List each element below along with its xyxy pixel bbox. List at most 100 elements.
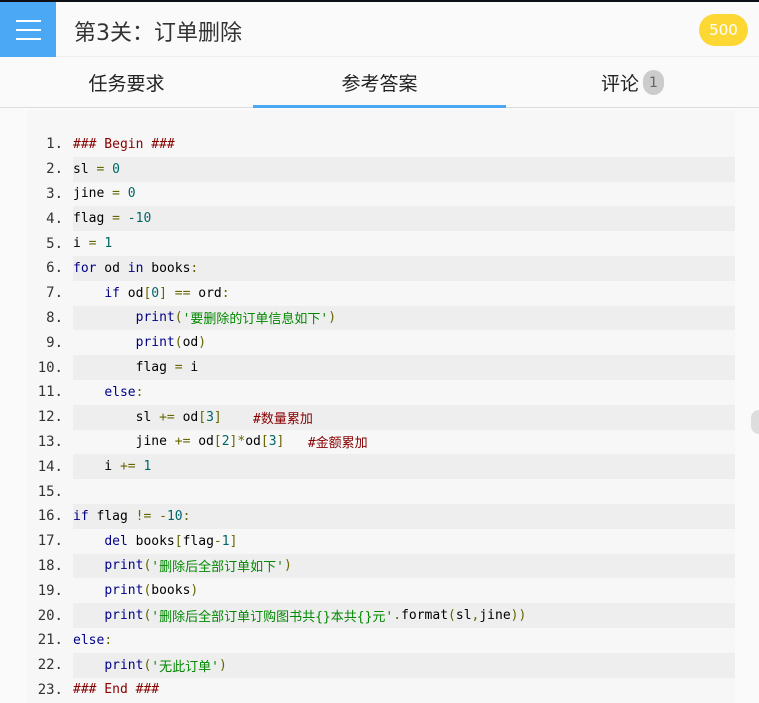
code-token-pln xyxy=(120,186,128,201)
code-token-kwd: else xyxy=(104,384,136,400)
code-line: 7. if od[0] == ord: xyxy=(27,281,735,306)
code-token-pln: jine xyxy=(73,186,113,202)
code-token-pln xyxy=(73,608,104,623)
code-token-pun: ) xyxy=(328,310,337,326)
code-token-pln xyxy=(73,385,104,400)
code-block: 1. ### Begin ### 2. sl = 0 3. jine = 0 4. flag … xyxy=(27,110,735,703)
line-number: 13. xyxy=(37,433,63,450)
line-number: 12. xyxy=(37,409,63,426)
code-token-pln: flag xyxy=(88,508,136,524)
code-token-str: '删除后全部订单订购图书共{}本共{}元' xyxy=(151,610,394,626)
code-token-kwd: print xyxy=(104,583,144,599)
tab-task-requirements[interactable]: 任务要求 xyxy=(0,58,253,107)
code-token-pln: books xyxy=(151,583,191,599)
code-line: 15. xyxy=(27,479,735,504)
code-token-pln: ord xyxy=(190,285,222,301)
code-token-kwd: in xyxy=(127,260,144,276)
line-number: 17. xyxy=(37,533,63,550)
code-token-pun: ]* xyxy=(229,434,246,450)
code-text: else: xyxy=(73,628,735,653)
code-token-pln xyxy=(73,534,104,549)
code-token-pln xyxy=(73,558,104,573)
code-token-pln: od xyxy=(96,260,128,276)
line-number: 20. xyxy=(37,607,63,624)
code-token-pln: flag xyxy=(73,360,175,376)
code-token-pun: - xyxy=(159,508,167,524)
header: 第3关：订单删除 500 xyxy=(0,2,759,57)
code-text: jine += od[2]* od[3] #金额累加 xyxy=(73,430,735,455)
code-token-pln xyxy=(73,286,104,301)
code-token-pun: ] xyxy=(229,533,238,549)
code-token-pun: += xyxy=(119,459,136,475)
code-line: 12. sl += od[3] #数量累加 xyxy=(27,404,735,430)
scroll-handle[interactable] xyxy=(751,410,759,434)
code-token-pun: [ xyxy=(198,409,207,425)
code-token-pln xyxy=(222,410,253,425)
menu-button[interactable] xyxy=(0,2,56,57)
code-token-kwd: if xyxy=(73,508,89,524)
code-text: ### End ### xyxy=(73,678,735,703)
code-token-lit: -10 xyxy=(127,211,152,227)
code-token-pln: i xyxy=(182,360,199,376)
line-number: 9. xyxy=(46,334,63,351)
code-token-pln: books xyxy=(143,260,191,276)
code-token-pun: = xyxy=(112,186,120,202)
code-token-lit: 0 xyxy=(112,161,120,177)
code-token-lit: 3 xyxy=(268,434,277,450)
code-token-pln: flag xyxy=(182,533,214,549)
code-token-pun: += xyxy=(159,409,175,425)
code-token-pln xyxy=(73,583,104,598)
code-token-lit: 0 xyxy=(127,186,136,202)
code-line: 8. print('要删除的订单信息如下') xyxy=(27,305,735,331)
line-number: 22. xyxy=(37,657,63,674)
code-text: print('无此订单') xyxy=(73,652,735,678)
line-number: 6. xyxy=(46,260,63,277)
code-token-pln: flag xyxy=(73,211,113,227)
code-text: i = 1 xyxy=(73,231,735,256)
hamburger-icon xyxy=(15,37,41,40)
tab-reference-answer[interactable]: 参考答案 xyxy=(253,58,506,108)
code-token-pun: - xyxy=(213,533,222,549)
code-token-kwd: print xyxy=(135,310,175,326)
tab-comments[interactable]: 评论 1 xyxy=(506,58,759,107)
code-token-pun: . xyxy=(393,608,402,624)
code-text: print(od) xyxy=(73,330,735,355)
code-token-pun: )) xyxy=(510,608,527,624)
code-line: 2. sl = 0 xyxy=(27,156,735,182)
code-text: print('要删除的订单信息如下') xyxy=(73,305,735,331)
code-token-pln xyxy=(73,658,104,673)
code-token-str: '无此订单' xyxy=(151,659,219,675)
coins-badge[interactable]: 500 xyxy=(699,14,748,46)
code-token-pun: : xyxy=(182,508,191,524)
code-token-pln: format xyxy=(401,608,449,624)
code-token-pun: = xyxy=(96,161,105,177)
code-token-pun: != xyxy=(135,508,152,524)
line-number: 11. xyxy=(37,384,63,401)
code-token-pun: , xyxy=(471,608,480,624)
code-token-pun: = xyxy=(88,236,97,252)
code-token-pun: : xyxy=(221,285,230,301)
code-line: 5. i = 1 xyxy=(27,231,735,256)
code-token-pln: od xyxy=(174,409,199,425)
code-token-kwd: for xyxy=(73,260,97,276)
code-token-pun: [ xyxy=(143,285,152,301)
line-number: 14. xyxy=(37,458,63,475)
line-number: 5. xyxy=(46,235,63,252)
code-line: 17. del books[flag -1] xyxy=(27,529,735,554)
code-token-pln xyxy=(151,509,159,524)
code-text: del books[flag -1] xyxy=(73,529,735,554)
code-token-kwd: print xyxy=(104,558,144,574)
code-line: 18. print('删除后全部订单如下') xyxy=(27,553,735,579)
code-token-pun: [ xyxy=(174,533,183,549)
code-token-pun: [ xyxy=(260,434,269,450)
code-token-pun: [ xyxy=(213,434,222,450)
code-token-kwd: del xyxy=(104,533,128,549)
code-token-lit: 1 xyxy=(104,236,113,252)
code-text: if flag != -10: xyxy=(73,503,735,529)
code-token-pun: ( xyxy=(174,335,183,351)
code-text: print('删除后全部订单订购图书共{}本共{}元'. format(sl, ji… xyxy=(73,603,735,628)
code-token-pun: ( xyxy=(448,608,456,624)
code-token-pln: jine xyxy=(73,434,175,450)
code-token-lit: 1 xyxy=(143,459,152,475)
code-token-pln: jine xyxy=(479,608,511,624)
